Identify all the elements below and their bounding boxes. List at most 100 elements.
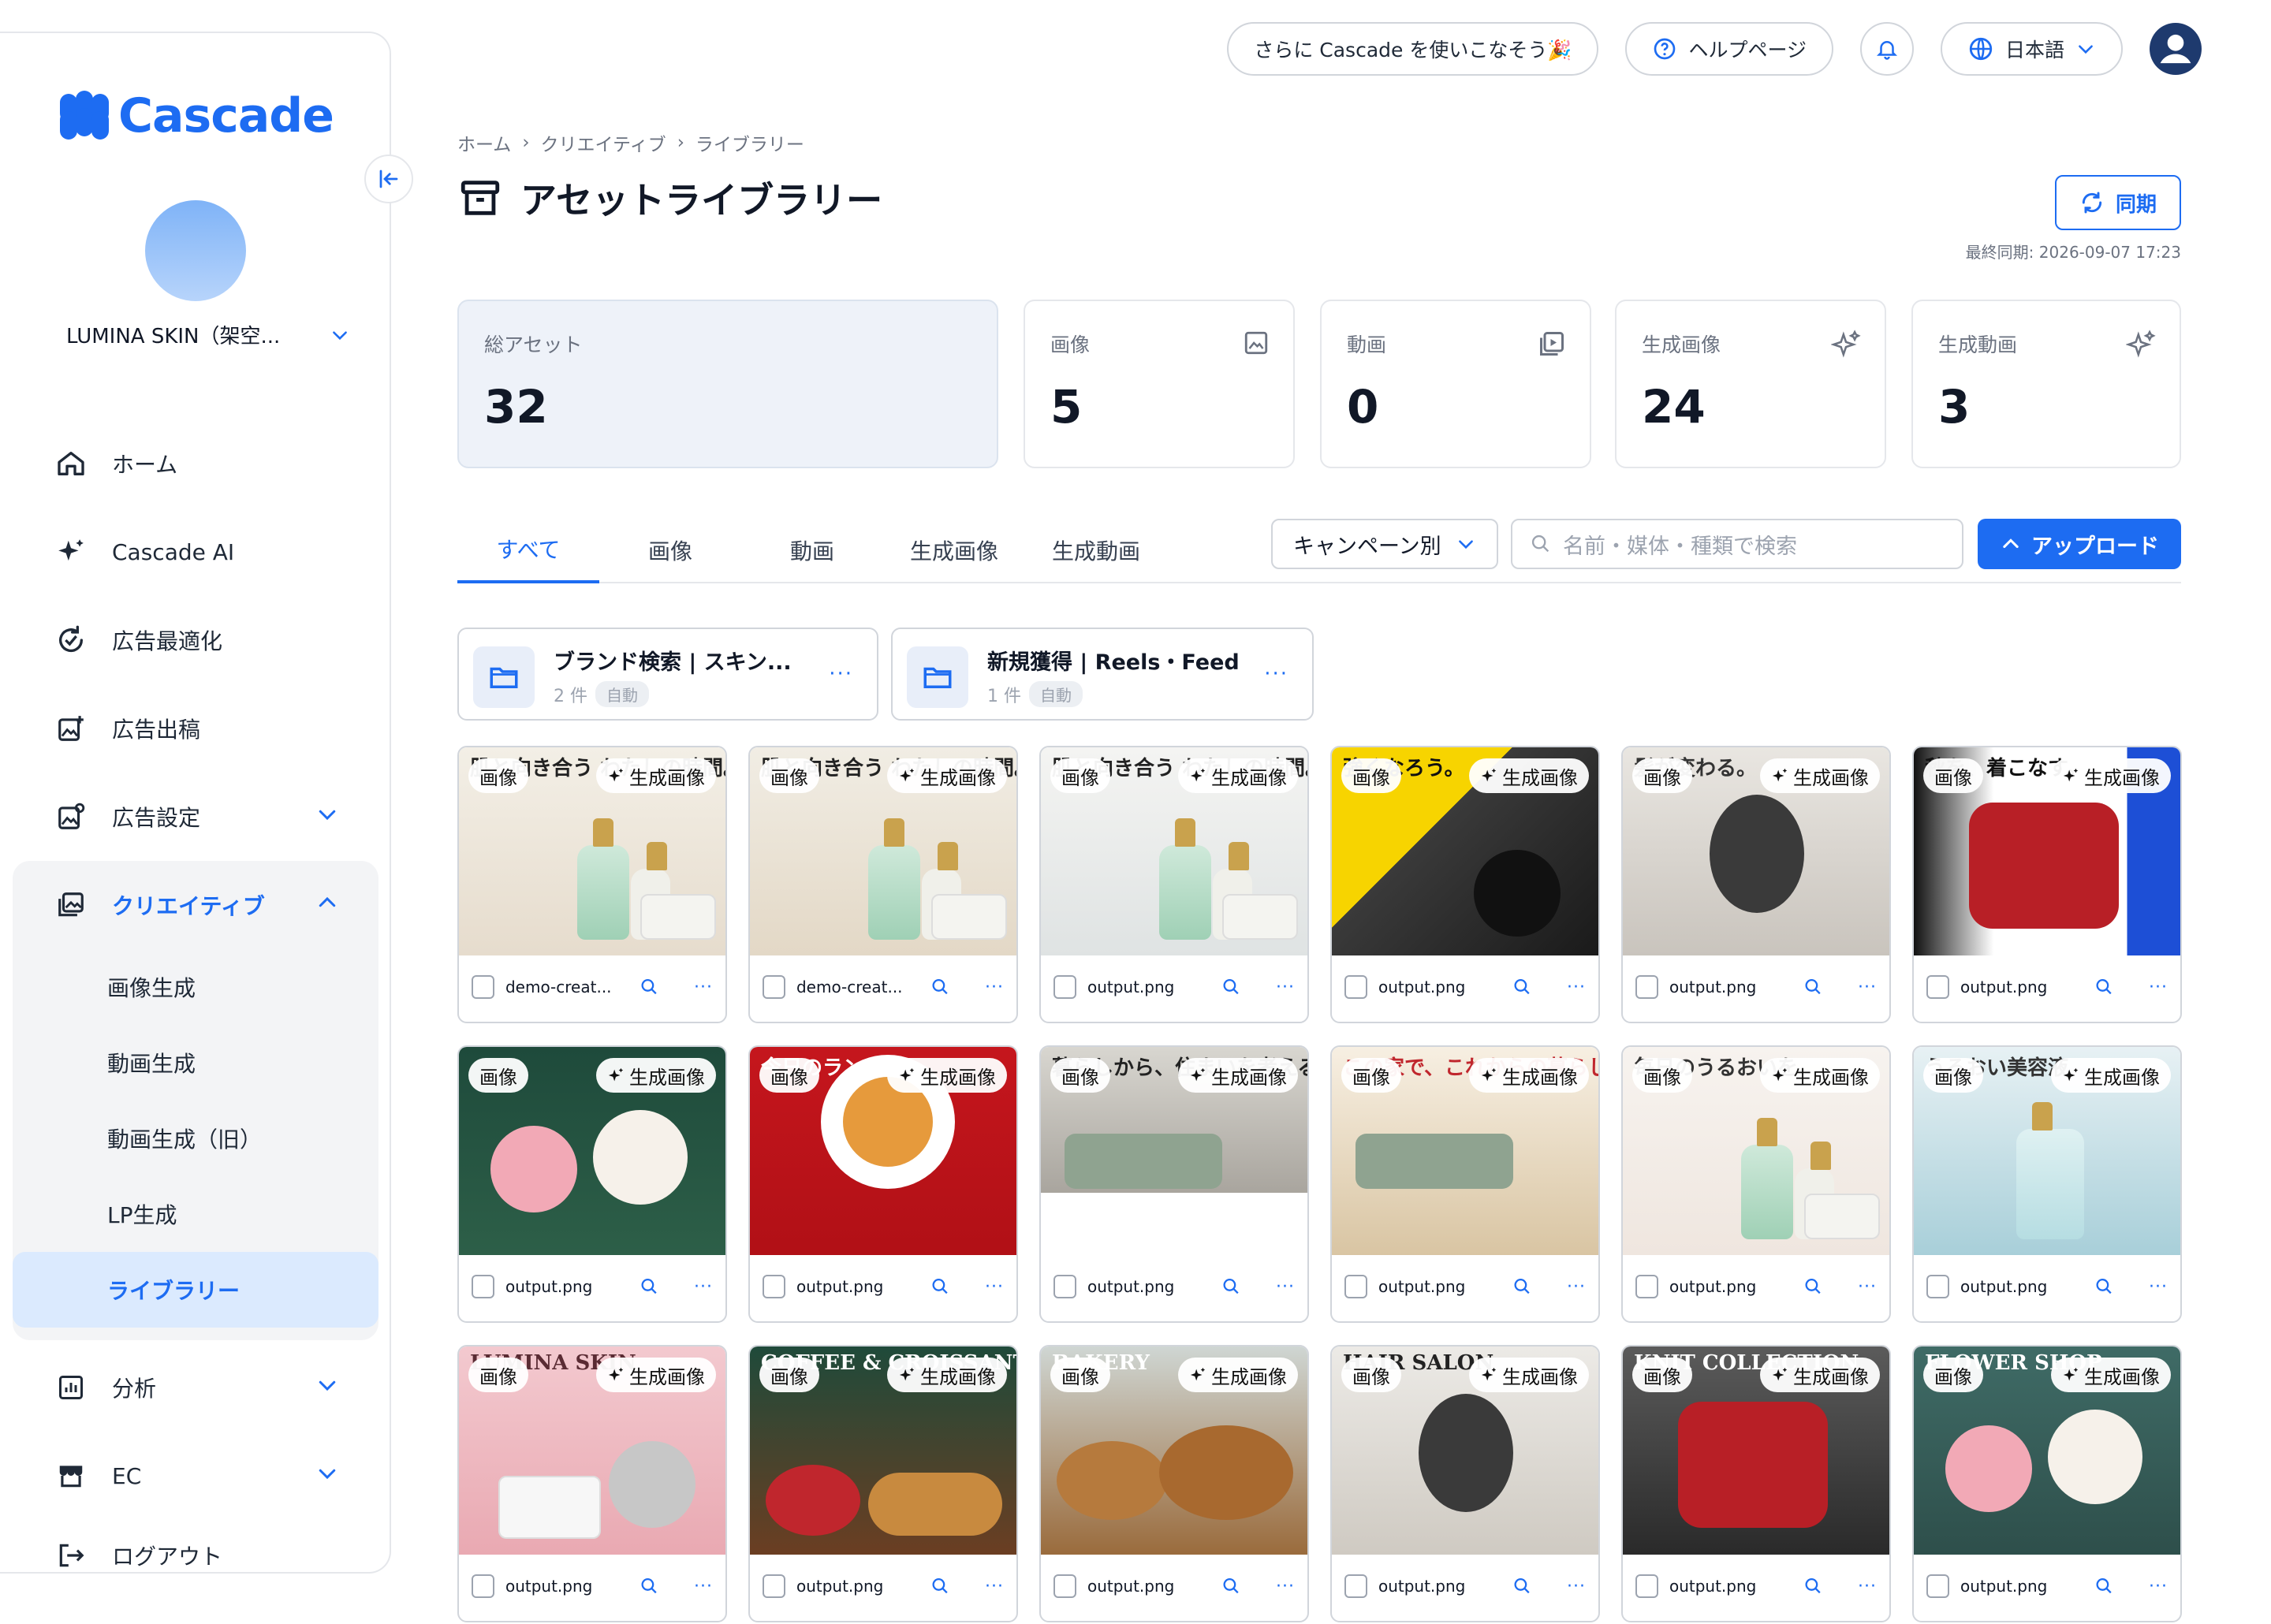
sidebar-item-cascade-ai[interactable]: Cascade AI [13, 508, 378, 596]
asset-card[interactable]: FLOWER SHOP 画像 生成画像 output.png ··· [1912, 1345, 2182, 1622]
zoom-icon[interactable] [640, 1576, 659, 1596]
sidebar-item-analytics[interactable]: 分析 [13, 1343, 378, 1432]
asset-thumbnail[interactable]: 今日のランチは、 画像 生成画像 [750, 1047, 1016, 1255]
asset-thumbnail[interactable]: 暮らしから、住まいを考える。 画像 生成画像 [1041, 1047, 1307, 1255]
asset-card[interactable]: KNIT COLLECTION 画像 生成画像 output.png ··· [1621, 1345, 1891, 1622]
chevron-down-icon[interactable] [315, 803, 339, 826]
asset-card[interactable]: この家で、これからの暮らしを。 画像 生成画像 output.png ··· [1330, 1045, 1600, 1323]
more-icon[interactable]: ··· [1567, 1277, 1586, 1297]
breadcrumb-creative[interactable]: クリエイティブ [541, 129, 666, 156]
asset-card[interactable]: 暮らしから、住まいを考える。 画像 生成画像 output.png ··· [1039, 1045, 1309, 1323]
sidebar-subitem-library[interactable]: ライブラリー [13, 1252, 378, 1328]
asset-card[interactable]: 画像 生成画像 output.png ··· [457, 1045, 727, 1323]
select-checkbox[interactable] [1344, 1275, 1367, 1298]
chevron-down-icon[interactable] [315, 1373, 339, 1397]
asset-thumbnail[interactable]: 秋を、着こなす。 画像 生成画像 [1914, 747, 2180, 955]
select-checkbox[interactable] [1053, 1275, 1076, 1298]
select-checkbox[interactable] [1635, 975, 1658, 999]
more-icon[interactable]: ··· [985, 978, 1004, 997]
more-icon[interactable]: ··· [1276, 978, 1295, 997]
sidebar-item-ad-optimization[interactable]: 広告最適化 [13, 596, 378, 684]
folder-card[interactable]: ブランド検索 | スキン... 2 件自動 ··· [457, 628, 878, 721]
asset-card[interactable]: 今日のランチは、 画像 生成画像 output.png ··· [748, 1045, 1018, 1323]
select-checkbox[interactable] [1053, 1574, 1076, 1598]
sidebar-item-ec[interactable]: EC [13, 1432, 378, 1520]
asset-thumbnail[interactable]: 毎日のうるおいを 画像 生成画像 [1623, 1047, 1889, 1255]
zoom-icon[interactable] [1803, 1576, 1823, 1596]
select-checkbox[interactable] [1635, 1574, 1658, 1598]
select-checkbox[interactable] [763, 1275, 785, 1298]
folder-card[interactable]: 新規獲得 | Reels・Feed 1 件自動 ··· [891, 628, 1314, 721]
account-switcher[interactable]: LUMINA SKIN（架空... [66, 320, 350, 349]
more-icon[interactable]: ··· [985, 1277, 1004, 1297]
upload-button[interactable]: アップロード [1978, 519, 2181, 569]
asset-card[interactable]: 秋を、着こなす。 画像 生成画像 output.png ··· [1912, 746, 2182, 1023]
select-checkbox[interactable] [1053, 975, 1076, 999]
tab-all[interactable]: すべて [457, 517, 599, 583]
sidebar-subitem-video-generation-legacy[interactable]: 動画生成（旧） [13, 1101, 378, 1176]
more-icon[interactable]: ··· [1858, 1577, 1877, 1596]
select-checkbox[interactable] [763, 1574, 785, 1598]
zoom-icon[interactable] [640, 977, 659, 997]
help-button[interactable]: ヘルプページ [1625, 22, 1833, 76]
asset-card[interactable]: 毎日のうるおいを 画像 生成画像 output.png ··· [1621, 1045, 1891, 1323]
more-icon[interactable]: ··· [694, 1577, 713, 1596]
sidebar-subitem-video-generation[interactable]: 動画生成 [13, 1025, 378, 1101]
collapse-sidebar-button[interactable] [364, 155, 413, 203]
asset-thumbnail[interactable]: HAIR SALON 画像 生成画像 [1332, 1347, 1598, 1555]
more-icon[interactable]: ··· [985, 1577, 1004, 1596]
more-icon[interactable]: ··· [2149, 1277, 2168, 1297]
zoom-icon[interactable] [1512, 1276, 1532, 1297]
more-icon[interactable]: ··· [694, 978, 713, 997]
more-icon[interactable]: ··· [1276, 1277, 1295, 1297]
select-checkbox[interactable] [1344, 975, 1367, 999]
zoom-icon[interactable] [1803, 977, 1823, 997]
zoom-icon[interactable] [1512, 977, 1532, 997]
asset-thumbnail[interactable]: この家で、これからの暮らしを。 画像 生成画像 [1332, 1047, 1598, 1255]
asset-thumbnail[interactable]: BAKERY 画像 生成画像 [1041, 1347, 1307, 1555]
select-checkbox[interactable] [472, 1574, 494, 1598]
asset-thumbnail[interactable]: 肌と向き合う わたしの時間。 画像 生成画像 [1041, 747, 1307, 955]
select-checkbox[interactable] [763, 975, 785, 999]
tab-videos[interactable]: 動画 [741, 517, 883, 583]
user-avatar-button[interactable] [2150, 23, 2202, 75]
select-checkbox[interactable] [1926, 1275, 1949, 1298]
tab-generated-videos[interactable]: 生成動画 [1025, 517, 1167, 583]
sidebar-subitem-image-generation[interactable]: 画像生成 [13, 949, 378, 1025]
asset-thumbnail[interactable]: 画像 生成画像 [459, 1047, 725, 1255]
asset-thumbnail[interactable]: LUMINA SKIN 画像 生成画像 [459, 1347, 725, 1555]
asset-thumbnail[interactable]: 強くなろう。 画像 生成画像 [1332, 747, 1598, 955]
campaign-filter-select[interactable]: キャンペーン別 [1271, 519, 1498, 569]
zoom-icon[interactable] [930, 977, 950, 997]
zoom-icon[interactable] [640, 1276, 659, 1297]
promo-button[interactable]: さらに Cascade を使いこなそう🎉 [1227, 22, 1599, 76]
select-checkbox[interactable] [1635, 1275, 1658, 1298]
asset-card[interactable]: 肌と向き合う わたしの時間。 画像 生成画像 demo-creat... ··· [748, 746, 1018, 1023]
more-icon[interactable]: ··· [1567, 1577, 1586, 1596]
sidebar-item-creative[interactable]: クリエイティブ [13, 861, 378, 949]
more-icon[interactable]: ··· [1858, 978, 1877, 997]
asset-card[interactable]: LUMINA SKIN 画像 生成画像 output.png ··· [457, 1345, 727, 1622]
search-input[interactable]: 名前・媒体・種類で検索 [1511, 519, 1963, 569]
asset-thumbnail[interactable]: 肌と向き合う わたしの時間。 画像 生成画像 [459, 747, 725, 955]
asset-card[interactable]: BAKERY 画像 生成画像 output.png ··· [1039, 1345, 1309, 1622]
sync-button[interactable]: 同期 [2055, 175, 2181, 230]
more-icon[interactable]: ··· [1264, 662, 1288, 686]
notifications-button[interactable] [1859, 22, 1914, 76]
language-selector[interactable]: 日本語 [1940, 22, 2123, 76]
asset-card[interactable]: 髪が変わる。 画像 生成画像 output.png ··· [1621, 746, 1891, 1023]
zoom-icon[interactable] [1221, 977, 1241, 997]
chevron-down-icon[interactable] [315, 1462, 339, 1485]
asset-thumbnail[interactable]: FLOWER SHOP 画像 生成画像 [1914, 1347, 2180, 1555]
asset-thumbnail[interactable]: COFFEE & CROISSANT 画像 生成画像 [750, 1347, 1016, 1555]
asset-thumbnail[interactable]: 髪が変わる。 画像 生成画像 [1623, 747, 1889, 955]
sidebar-item-home[interactable]: ホーム [13, 419, 378, 508]
zoom-icon[interactable] [930, 1276, 950, 1297]
brand-logo[interactable]: Cascade [58, 88, 334, 143]
select-checkbox[interactable] [472, 975, 494, 999]
asset-card[interactable]: 肌と向き合う わたしの時間。 画像 生成画像 demo-creat... ··· [457, 746, 727, 1023]
more-icon[interactable]: ··· [1276, 1577, 1295, 1596]
sidebar-subitem-lp-generation[interactable]: LP生成 [13, 1176, 378, 1252]
sidebar-item-ad-settings[interactable]: 広告設定 [13, 773, 378, 861]
more-icon[interactable]: ··· [2149, 978, 2168, 997]
